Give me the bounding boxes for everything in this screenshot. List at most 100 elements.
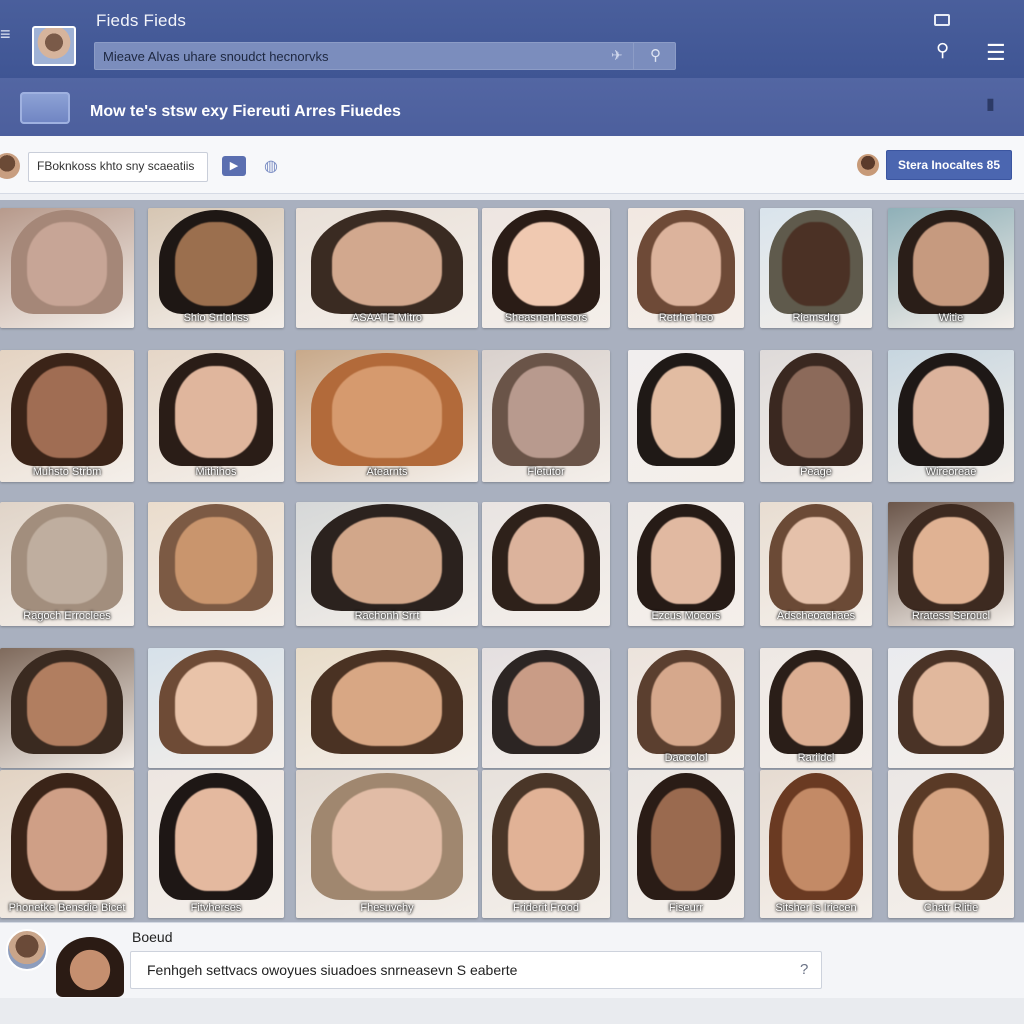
friend-photo-tile[interactable]: Adscheoachaes <box>760 502 872 626</box>
friend-name-caption: Ezcus Mocors <box>651 610 721 622</box>
photo-subject-face <box>175 662 257 747</box>
friend-photo-tile[interactable]: Rariidcl <box>760 648 872 768</box>
friend-name-caption: Mithihos <box>195 466 237 478</box>
friend-photo-tile[interactable] <box>296 648 478 768</box>
friend-photo-tile[interactable]: Phonetke Bensdie Bicet <box>0 770 134 918</box>
friend-photo-tile[interactable]: Ragoch Erroclees <box>0 502 134 626</box>
photo-subject-face <box>913 516 989 604</box>
photo-subject-face <box>507 222 585 307</box>
friend-name-caption: Muhsto Strbm <box>32 466 102 478</box>
friend-photo-tile[interactable]: ASAATE Mitro <box>296 208 478 328</box>
photo-subject-face <box>651 787 721 892</box>
search-bar[interactable]: Mieave Alvas uhare snoudct hecnorvks ✈ ⚲ <box>94 42 676 70</box>
friend-photo-tile[interactable]: Sheasnenhesors <box>482 208 610 328</box>
friend-photo-tile[interactable] <box>0 208 134 328</box>
photo-subject-face <box>26 787 108 892</box>
search-clear-icon[interactable]: ✈ <box>611 47 623 64</box>
hamburger-icon[interactable]: ☰ <box>986 40 1006 66</box>
friend-photo-tile[interactable]: Shio Srtlohss <box>148 208 284 328</box>
avatar[interactable] <box>56 937 124 997</box>
banner: Mow te's stsw exy Fiereuti Arres Fiuedes… <box>0 78 1024 136</box>
photo-subject-face <box>507 365 585 459</box>
photo-subject-face <box>782 222 850 307</box>
friend-photo-tile[interactable]: Mithihos <box>148 350 284 482</box>
friend-photo-tile[interactable] <box>148 648 284 768</box>
friend-photo-tile[interactable]: Chatr Rlitie <box>888 770 1014 918</box>
photo-subject-face <box>782 365 850 459</box>
friend-photo-tile[interactable] <box>0 648 134 768</box>
photo-subject-face <box>507 662 585 747</box>
photo-subject-face <box>782 662 850 747</box>
friend-photo-tile[interactable] <box>482 648 610 768</box>
friend-name-caption <box>148 620 284 626</box>
search-submit-icon[interactable]: ⚲ <box>633 43 677 69</box>
friend-photo-tile[interactable]: Peage <box>760 350 872 482</box>
avatar[interactable] <box>857 154 879 176</box>
friend-name-caption: Daocolol <box>664 752 708 764</box>
avatar[interactable] <box>6 929 48 971</box>
photo-subject-face <box>26 365 108 459</box>
friend-photo-tile[interactable]: Atearnts <box>296 350 478 482</box>
search-icon[interactable]: ⚲ <box>936 40 949 61</box>
info-icon[interactable]: ▮ <box>986 94 995 114</box>
comment-input[interactable]: Fenhgeh settvacs owoyues siuadoes snrnea… <box>130 951 822 989</box>
friend-photo-tile[interactable]: Fitvherses <box>148 770 284 918</box>
friend-name-caption <box>0 322 134 328</box>
friend-name-caption: Adscheoachaes <box>776 610 856 622</box>
photo-subject-face <box>175 787 257 892</box>
friend-photo-tile[interactable]: Muhsto Strbm <box>0 350 134 482</box>
friend-photo-tile[interactable]: Fhesuvchy <box>296 770 478 918</box>
photo-subject-face <box>651 516 721 604</box>
friend-name-caption: Retrhe heo <box>658 312 714 324</box>
friend-photo-tile[interactable] <box>148 502 284 626</box>
friend-photo-tile[interactable] <box>482 502 610 626</box>
media-icon[interactable]: ▶ <box>222 156 246 176</box>
photo-subject-face <box>26 516 108 604</box>
friend-name-caption <box>148 762 284 768</box>
search-input[interactable]: Mieave Alvas uhare snoudct hecnorvks <box>103 49 328 64</box>
friend-photo-tile[interactable] <box>888 648 1014 768</box>
top-navigation-bar: ≡ Fieds Fieds Mieave Alvas uhare snoudct… <box>0 0 1024 78</box>
friend-photo-tile[interactable]: Rratess Seroucl <box>888 502 1014 626</box>
photo-subject-face <box>782 787 850 892</box>
friend-name-caption: Riemsdrg <box>792 312 840 324</box>
friend-photo-tile[interactable]: Fiseurr <box>628 770 744 918</box>
window-icon[interactable] <box>934 14 950 26</box>
photo-subject-face <box>332 222 442 307</box>
friend-name-caption: Chatr Rlitie <box>923 902 979 914</box>
friend-photo-tile[interactable] <box>628 350 744 482</box>
friend-name-caption: Shio Srtlohss <box>183 312 249 324</box>
photo-subject-face <box>332 787 442 892</box>
banner-heading: Mow te's stsw exy Fiereuti Arres Fiuedes <box>90 103 401 120</box>
photo-subject-face <box>913 787 989 892</box>
friend-name-caption: Fhesuvchy <box>360 902 414 914</box>
friend-photo-tile[interactable]: Wireoreae <box>888 350 1014 482</box>
friend-photo-tile[interactable]: Rachonh Srrt <box>296 502 478 626</box>
photo-subject-face <box>175 516 257 604</box>
photo-subject-face <box>913 662 989 747</box>
footer <box>0 998 1024 1024</box>
friend-name-caption: Fitvherses <box>190 902 242 914</box>
people-tag-icon[interactable]: ◍ <box>264 156 278 176</box>
status-input[interactable]: FBoknkoss khto sny scaeatiis <box>28 152 208 182</box>
photo-subject-face <box>651 222 721 307</box>
help-icon[interactable]: ? <box>800 961 808 978</box>
menu-icon[interactable]: ≡ <box>0 24 11 45</box>
friend-name-caption <box>296 762 478 768</box>
friend-name-caption <box>0 762 134 768</box>
friend-name-caption <box>482 762 610 768</box>
friend-photo-tile[interactable]: Ezcus Mocors <box>628 502 744 626</box>
profile-avatar[interactable] <box>32 26 76 66</box>
friend-photo-tile[interactable]: Daocolol <box>628 648 744 768</box>
friend-photo-tile[interactable]: Retrhe heo <box>628 208 744 328</box>
friend-photo-tile[interactable]: Sitsher is Iriecen <box>760 770 872 918</box>
friend-photo-tile[interactable]: Fletutor <box>482 350 610 482</box>
friend-photo-tile[interactable]: Friderit Frood <box>482 770 610 918</box>
friend-photo-tile[interactable]: Riemsdrg <box>760 208 872 328</box>
share-button[interactable]: Stera Inocaltes 85 <box>886 150 1012 180</box>
friend-name-caption: Peage <box>800 466 832 478</box>
avatar[interactable] <box>0 153 20 179</box>
photo-subject-face <box>175 365 257 459</box>
photo-subject-face <box>507 787 585 892</box>
friend-photo-tile[interactable]: Witie <box>888 208 1014 328</box>
